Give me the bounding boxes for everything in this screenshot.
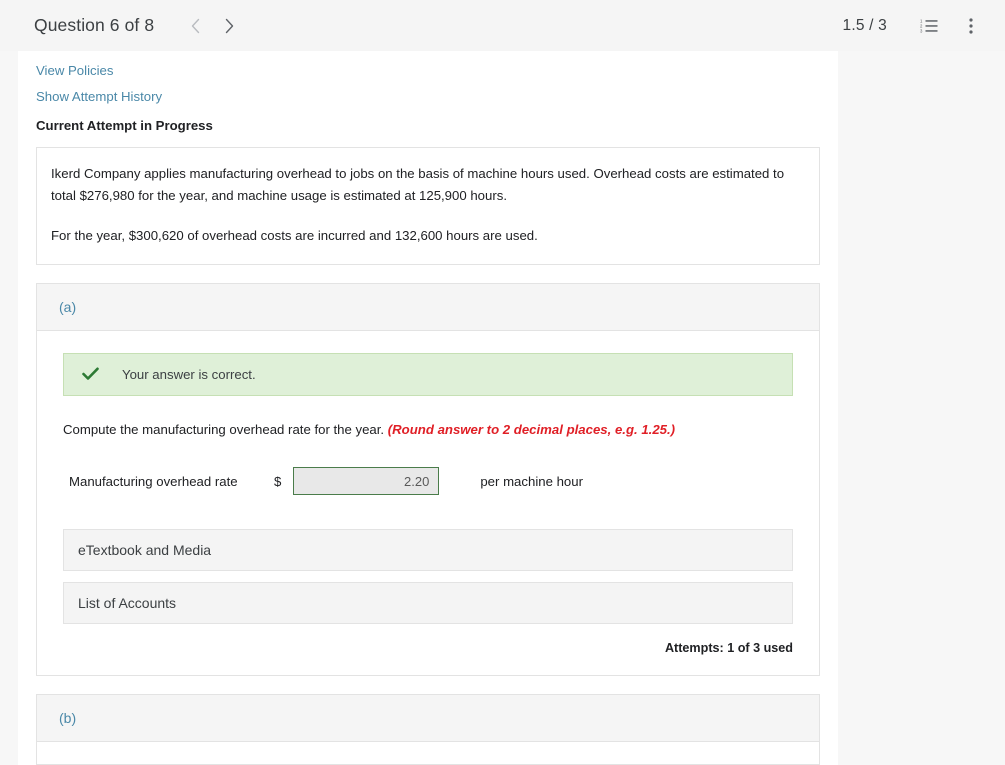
etextbook-and-media-button[interactable]: eTextbook and Media (63, 529, 793, 572)
part-a-prompt: Compute the manufacturing overhead rate … (63, 420, 793, 440)
part-a-section: (a) Your answer is correct. Compute the … (36, 282, 820, 677)
part-b-section: (b) (36, 694, 820, 765)
chevron-right-icon (225, 18, 233, 33)
problem-paragraph-2: For the year, $300,620 of overhead costs… (51, 228, 538, 244)
part-a-label: (a) (37, 283, 819, 331)
header-right-group: 1.5 / 3 1 2 3 (843, 10, 988, 42)
next-question-button[interactable] (212, 9, 246, 43)
header-left-group: Question 6 of 8 (34, 9, 246, 43)
manufacturing-overhead-rate-row: Manufacturing overhead rate $ per machin… (63, 467, 793, 496)
svg-text:3: 3 (920, 28, 923, 33)
part-a-prompt-main: Compute the manufacturing overhead rate … (63, 421, 385, 437)
checkmark-icon (82, 367, 99, 381)
part-a-prompt-hint: (Round answer to 2 decimal places, e.g. … (387, 421, 676, 437)
attempt-status-label: Current Attempt in Progress (36, 118, 213, 133)
question-content-panel: View Policies Show Attempt History Curre… (18, 51, 838, 765)
list-of-accounts-button[interactable]: List of Accounts (63, 582, 793, 625)
manufacturing-overhead-rate-input[interactable] (293, 467, 440, 496)
show-attempt-history-link[interactable]: Show Attempt History (36, 89, 162, 104)
question-header-bar: Question 6 of 8 1.5 / 3 1 2 3 (0, 0, 1005, 51)
view-policies-link[interactable]: View Policies (36, 63, 113, 78)
currency-symbol: $ (274, 473, 282, 489)
numbered-list-icon: 1 2 3 (920, 18, 938, 33)
page-title: Question 6 of 8 (34, 15, 155, 35)
problem-paragraph-1: Ikerd Company applies manufacturing over… (51, 166, 785, 204)
question-navigation (178, 9, 246, 43)
part-b-body (37, 742, 819, 764)
chevron-left-icon (191, 18, 199, 33)
score-display: 1.5 / 3 (842, 16, 887, 34)
part-b-label: (b) (37, 695, 819, 743)
more-options-button[interactable] (955, 10, 987, 42)
correct-answer-banner: Your answer is correct. (63, 352, 793, 396)
question-list-button[interactable]: 1 2 3 (913, 10, 945, 42)
policy-links-block: View Policies Show Attempt History Curre… (18, 51, 838, 133)
part-a-body: Your answer is correct. Compute the manu… (37, 331, 819, 676)
answer-field-label: Manufacturing overhead rate (69, 473, 238, 489)
kebab-menu-icon (969, 17, 973, 34)
problem-statement-box: Ikerd Company applies manufacturing over… (36, 147, 820, 265)
previous-question-button[interactable] (178, 9, 212, 43)
answer-unit-label: per machine hour (480, 473, 583, 489)
correct-answer-text: Your answer is correct. (122, 366, 256, 382)
attempts-counter: Attempts: 1 of 3 used (664, 641, 793, 656)
